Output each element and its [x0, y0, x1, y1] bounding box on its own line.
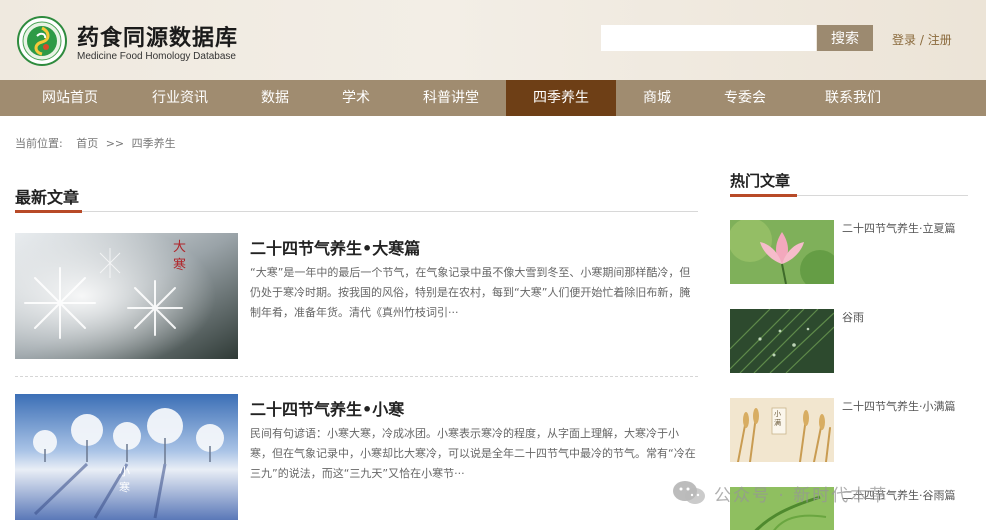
nav-item-industry-news[interactable]: 行业资讯 — [130, 80, 230, 116]
wechat-icon — [673, 481, 705, 504]
auth-links: 登录 / 注册 — [892, 31, 952, 48]
hot-article-title-lixia[interactable]: 二十四节气养生·立夏篇 — [842, 220, 956, 236]
article-summary-dahan: “大寒”是一年中的最后一个节气，在气象记录中虽不像大雪到冬至、小寒期间那样酷冷，… — [250, 266, 691, 319]
breadcrumb-prefix: 当前位置: — [15, 137, 63, 150]
breadcrumb-home[interactable]: 首页 — [76, 137, 98, 150]
winter-trees-image-icon — [15, 394, 238, 520]
article-thumbnail-xiaohan[interactable]: 小寒 — [15, 394, 238, 520]
xiaohan-thumb-caption: 小寒 — [119, 465, 130, 494]
latest-heading-accent — [15, 210, 82, 213]
lotus-image-icon — [730, 220, 834, 284]
site-logo-icon[interactable] — [17, 16, 67, 66]
main-nav: 网站首页 行业资讯 数据 学术 科普讲堂 四季养生 商城 专委会 联系我们 — [0, 80, 986, 116]
breadcrumb-separator: >> — [105, 137, 125, 150]
site-subtitle: Medicine Food Homology Database — [77, 51, 236, 62]
hot-thumbnail-guyu — [730, 309, 834, 373]
nav-item-data[interactable]: 数据 — [240, 80, 310, 116]
register-link[interactable]: 注册 — [928, 33, 952, 47]
wheat-image-icon — [730, 398, 834, 462]
hot-article-title-xiaoman[interactable]: 二十四节气养生·小满篇 — [842, 398, 956, 414]
hot-articles-heading: 热门文章 — [730, 172, 791, 190]
snowflake-image-icon — [15, 233, 238, 359]
search-input[interactable] — [601, 25, 816, 51]
site-header: 药食同源数据库 Medicine Food Homology Database … — [0, 0, 986, 80]
nav-item-seasonal-health[interactable]: 四季养生 — [506, 80, 616, 116]
nav-item-mall[interactable]: 商城 — [624, 80, 690, 116]
login-link[interactable]: 登录 — [892, 33, 916, 47]
breadcrumb: 当前位置: 首页 >> 四季养生 — [15, 135, 180, 151]
nav-item-contact[interactable]: 联系我们 — [800, 80, 906, 116]
article-item: 小寒 二十四节气养生•小寒 民间有句谚语：小寒大寒，冷成冰团。小寒表示寒冷的程度… — [15, 394, 698, 524]
hot-article-title-guyu[interactable]: 谷雨 — [842, 309, 864, 325]
article-summary-xiaohan: 民间有句谚语：小寒大寒，冷成冰团。小寒表示寒冷的程度，从字面上理解，大寒冷于小寒… — [250, 427, 696, 480]
breadcrumb-current[interactable]: 四季养生 — [132, 137, 176, 150]
dahan-thumb-caption: 大寒 — [173, 240, 187, 273]
article-title-dahan[interactable]: 二十四节气养生•大寒篇 — [250, 235, 420, 259]
xiaoman-thumb-caption: 小满 — [774, 410, 781, 427]
article-divider — [15, 376, 698, 377]
search-button[interactable]: 搜索 — [817, 25, 873, 51]
site-title: 药食同源数据库 — [77, 26, 239, 51]
article-title-xiaohan[interactable]: 二十四节气养生•小寒 — [250, 396, 404, 420]
hot-article-item[interactable]: 小满 二十四节气养生·小满篇 — [730, 398, 968, 462]
hot-article-item[interactable]: 二十四节气养生·立夏篇 — [730, 220, 968, 284]
hot-article-item[interactable]: 谷雨 — [730, 309, 968, 373]
article-thumbnail-dahan[interactable]: 大寒 — [15, 233, 238, 359]
article-item: 大寒 二十四节气养生•大寒篇 “大寒”是一年中的最后一个节气，在气象记录中虽不像… — [15, 233, 698, 383]
hot-heading-accent — [730, 194, 797, 197]
latest-heading-divider — [15, 211, 698, 212]
watermark: 公众号 · 新时代本草 — [672, 478, 888, 508]
hot-thumbnail-xiaoman: 小满 — [730, 398, 834, 462]
nav-item-academic[interactable]: 学术 — [320, 80, 392, 116]
hot-thumbnail-lixia — [730, 220, 834, 284]
nav-item-home[interactable]: 网站首页 — [20, 80, 120, 116]
latest-articles-heading: 最新文章 — [15, 188, 80, 207]
auth-separator: / — [916, 33, 928, 47]
nav-item-science-lecture[interactable]: 科普讲堂 — [404, 80, 498, 116]
watermark-text: 公众号 · 新时代本草 — [714, 485, 889, 506]
nav-item-committee[interactable]: 专委会 — [702, 80, 788, 116]
pine-needles-image-icon — [730, 309, 834, 373]
